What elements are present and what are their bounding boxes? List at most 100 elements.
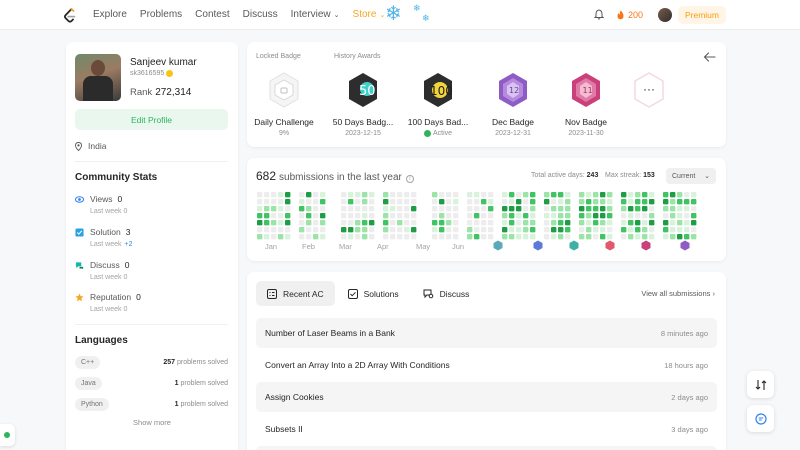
heatmap-cell[interactable] xyxy=(551,192,557,198)
heatmap-cell[interactable] xyxy=(453,234,459,240)
heatmap-cell[interactable] xyxy=(691,234,697,240)
heatmap-cell[interactable] xyxy=(558,220,564,226)
heatmap-cell[interactable] xyxy=(411,192,417,198)
heatmap-cell[interactable] xyxy=(684,199,690,205)
heatmap-cell[interactable] xyxy=(509,234,515,240)
heatmap-cell[interactable] xyxy=(530,213,536,219)
heatmap-cell[interactable] xyxy=(285,234,291,240)
heatmap-cell[interactable] xyxy=(439,227,445,233)
heatmap-cell[interactable] xyxy=(691,206,697,212)
heatmap-cell[interactable] xyxy=(264,199,270,205)
heatmap-cell[interactable] xyxy=(404,206,410,212)
heatmap-cell[interactable] xyxy=(593,192,599,198)
heatmap-cell[interactable] xyxy=(607,234,613,240)
heatmap-cell[interactable] xyxy=(390,206,396,212)
heatmap-cell[interactable] xyxy=(691,213,697,219)
heatmap-cell[interactable] xyxy=(474,192,480,198)
heatmap-cell[interactable] xyxy=(649,220,655,226)
heatmap-cell[interactable] xyxy=(474,199,480,205)
heatmap-cell[interactable] xyxy=(320,220,326,226)
heatmap-cell[interactable] xyxy=(516,199,522,205)
tab-discuss[interactable]: Discuss xyxy=(412,281,481,306)
heatmap-cell[interactable] xyxy=(516,234,522,240)
heatmap-cell[interactable] xyxy=(544,227,550,233)
heatmap-cell[interactable] xyxy=(621,234,627,240)
heatmap-cell[interactable] xyxy=(670,227,676,233)
heatmap-cell[interactable] xyxy=(257,192,263,198)
heatmap-cell[interactable] xyxy=(341,206,347,212)
heatmap-cell[interactable] xyxy=(628,199,634,205)
heatmap-cell[interactable] xyxy=(607,192,613,198)
heatmap-cell[interactable] xyxy=(404,192,410,198)
heatmap-cell[interactable] xyxy=(502,213,508,219)
view-all-submissions-link[interactable]: View all submissions › xyxy=(641,289,715,298)
heatmap-cell[interactable] xyxy=(607,227,613,233)
edit-profile-button[interactable]: Edit Profile xyxy=(75,109,228,130)
heatmap-cell[interactable] xyxy=(481,227,487,233)
heatmap-cell[interactable] xyxy=(544,220,550,226)
heatmap-cell[interactable] xyxy=(369,199,375,205)
heatmap-cell[interactable] xyxy=(313,234,319,240)
heatmap-cell[interactable] xyxy=(579,227,585,233)
heatmap-cell[interactable] xyxy=(299,206,305,212)
heatmap-cell[interactable] xyxy=(586,192,592,198)
heatmap-cell[interactable] xyxy=(313,220,319,226)
heatmap-cell[interactable] xyxy=(348,199,354,205)
heatmap-cell[interactable] xyxy=(306,227,312,233)
heatmap-cell[interactable] xyxy=(285,227,291,233)
heatmap-cell[interactable] xyxy=(341,227,347,233)
heatmap-cell[interactable] xyxy=(663,213,669,219)
heatmap-cell[interactable] xyxy=(523,213,529,219)
heatmap-cell[interactable] xyxy=(397,220,403,226)
coin-balance[interactable]: 200 xyxy=(616,10,643,20)
heatmap-cell[interactable] xyxy=(383,220,389,226)
heatmap-cell[interactable] xyxy=(264,234,270,240)
heatmap-cell[interactable] xyxy=(446,192,452,198)
heatmap-cell[interactable] xyxy=(404,227,410,233)
bell-icon[interactable] xyxy=(593,8,605,22)
heatmap-cell[interactable] xyxy=(257,206,263,212)
heatmap-cell[interactable] xyxy=(663,234,669,240)
heatmap-cell[interactable] xyxy=(593,220,599,226)
heatmap-cell[interactable] xyxy=(600,206,606,212)
list-item[interactable]: Convert an Array Into a 2D Array With Co… xyxy=(256,350,717,380)
heatmap-cell[interactable] xyxy=(565,199,571,205)
heatmap-cell[interactable] xyxy=(593,234,599,240)
heatmap-cell[interactable] xyxy=(348,220,354,226)
heatmap-cell[interactable] xyxy=(446,220,452,226)
heatmap-cell[interactable] xyxy=(502,234,508,240)
heatmap-cell[interactable] xyxy=(278,213,284,219)
heatmap-cell[interactable] xyxy=(299,227,305,233)
heatmap-cell[interactable] xyxy=(313,227,319,233)
heatmap-cell[interactable] xyxy=(306,192,312,198)
heatmap-cell[interactable] xyxy=(586,234,592,240)
heatmap-cell[interactable] xyxy=(278,199,284,205)
heatmap-cell[interactable] xyxy=(509,220,515,226)
heatmap-cell[interactable] xyxy=(586,213,592,219)
heatmap-cell[interactable] xyxy=(299,213,305,219)
avatar[interactable] xyxy=(657,8,672,22)
heatmap-cell[interactable] xyxy=(684,213,690,219)
heatmap-cell[interactable] xyxy=(600,234,606,240)
badge-50-days[interactable]: 50 50 Days Badg... 2023-12-15 xyxy=(328,72,398,137)
heatmap-cell[interactable] xyxy=(411,227,417,233)
heatmap-cell[interactable] xyxy=(383,192,389,198)
heatmap-cell[interactable] xyxy=(390,227,396,233)
heatmap-cell[interactable] xyxy=(285,199,291,205)
heatmap-cell[interactable] xyxy=(446,213,452,219)
heatmap-cell[interactable] xyxy=(320,213,326,219)
heatmap-cell[interactable] xyxy=(670,206,676,212)
heatmap-cell[interactable] xyxy=(383,213,389,219)
heatmap-cell[interactable] xyxy=(516,213,522,219)
heatmap-cell[interactable] xyxy=(397,199,403,205)
heatmap-cell[interactable] xyxy=(684,234,690,240)
feedback-button[interactable] xyxy=(747,405,774,432)
heatmap-cell[interactable] xyxy=(397,192,403,198)
heatmap-cell[interactable] xyxy=(565,234,571,240)
heatmap-cell[interactable] xyxy=(481,220,487,226)
heatmap-cell[interactable] xyxy=(320,234,326,240)
heatmap-cell[interactable] xyxy=(642,234,648,240)
heatmap-cell[interactable] xyxy=(453,192,459,198)
heatmap-cell[interactable] xyxy=(362,206,368,212)
heatmap-cell[interactable] xyxy=(635,227,641,233)
